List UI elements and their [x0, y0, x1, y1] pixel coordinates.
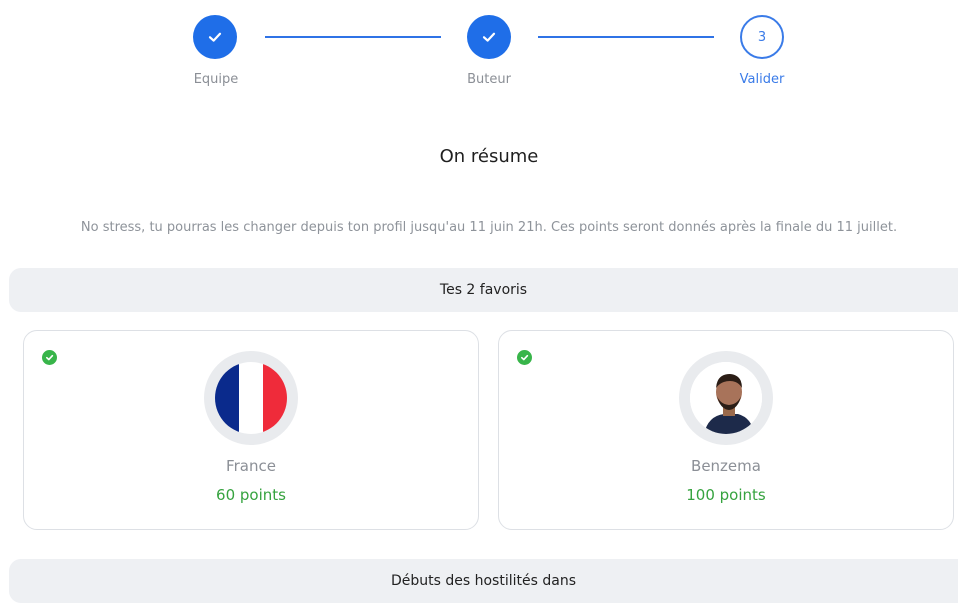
player-points: 100 points [686, 486, 766, 504]
player-photo-icon [690, 362, 762, 434]
step-label-buteur[interactable]: Buteur [467, 72, 511, 87]
step-connector-1 [265, 36, 441, 38]
favorites-header-label: Tes 2 favoris [439, 282, 528, 298]
page-title: On résume [439, 146, 539, 167]
countdown-section-header: Débuts des hostilités dans [9, 559, 958, 603]
step-3-valider[interactable]: 3 [740, 15, 784, 59]
team-avatar [204, 351, 298, 445]
step-1-equipe-check[interactable] [193, 15, 237, 59]
selected-check-icon [42, 350, 57, 365]
team-points: 60 points [216, 486, 286, 504]
step-2-buteur-check[interactable] [467, 15, 511, 59]
step-number: 3 [757, 29, 767, 45]
progress-stepper: 3 Equipe Buteur Valider [0, 0, 958, 100]
selected-check-icon [517, 350, 532, 365]
france-flag-icon [215, 362, 287, 434]
countdown-header-label: Débuts des hostilités dans [390, 573, 576, 589]
check-icon [482, 32, 496, 42]
team-name: France [226, 457, 276, 475]
info-text: No stress, tu pourras les changer depuis… [80, 220, 898, 235]
player-name: Benzema [691, 457, 761, 475]
step-label-equipe[interactable]: Equipe [194, 72, 239, 87]
step-label-valider[interactable]: Valider [740, 72, 785, 87]
check-icon [208, 32, 222, 42]
favorites-section-header: Tes 2 favoris [9, 268, 958, 312]
favorite-card-scorer[interactable]: Benzema 100 points [498, 330, 954, 530]
player-avatar [679, 351, 773, 445]
step-connector-2 [538, 36, 714, 38]
favorite-card-team[interactable]: France 60 points [23, 330, 479, 530]
